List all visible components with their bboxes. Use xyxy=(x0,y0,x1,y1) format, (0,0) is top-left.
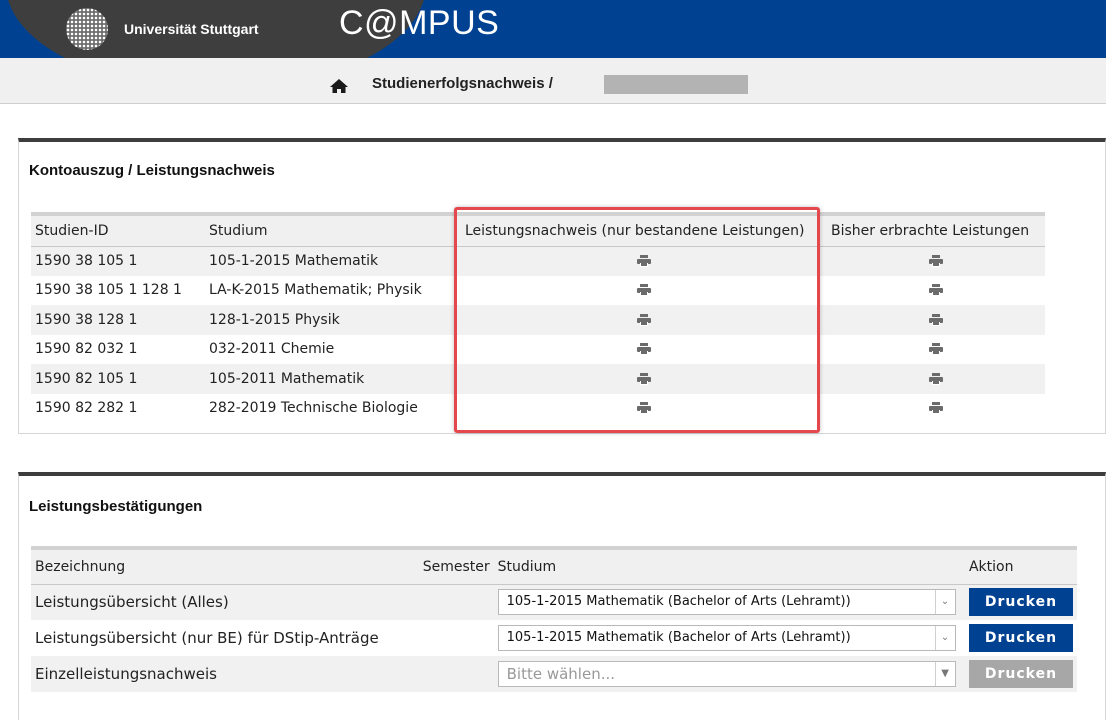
printer-icon[interactable] xyxy=(929,372,943,385)
print-bisher-erbracht-cell[interactable] xyxy=(827,394,1045,424)
bezeichnung: Einzelleistungsnachweis xyxy=(31,656,419,692)
semester xyxy=(419,620,494,656)
select-value: 105-1-2015 Mathematik (Bachelor of Arts … xyxy=(506,594,851,610)
print-leistungsnachweis-cell[interactable] xyxy=(461,364,827,394)
col-studium: Studium xyxy=(493,546,965,585)
university-logo[interactable] xyxy=(66,8,108,50)
aktion-cell: Drucken xyxy=(964,584,1077,620)
col-leistungsnachweis: Leistungsnachweis (nur bestandene Leistu… xyxy=(461,212,827,247)
col-bisher-erbracht: Bisher erbrachte Leistungen xyxy=(827,212,1045,247)
studien-id: 1590 82 105 1 xyxy=(31,364,205,394)
table-row: 1590 38 128 1 128-1-2015 Physik xyxy=(31,305,1045,335)
col-semester: Semester xyxy=(418,546,494,585)
table-row: 1590 82 032 1 032-2011 Chemie xyxy=(31,335,1045,365)
panel-title: Leistungsbestätigungen xyxy=(29,498,203,515)
print-leistungsnachweis-cell[interactable] xyxy=(461,305,827,335)
printer-icon[interactable] xyxy=(637,313,651,326)
select-value: Bitte wählen... xyxy=(506,665,616,683)
bezeichnung: Leistungsübersicht (nur BE) für DStip-An… xyxy=(35,629,379,647)
printer-icon[interactable] xyxy=(929,313,943,326)
semester xyxy=(418,584,494,620)
col-studium: Studium xyxy=(205,212,461,247)
studium-select[interactable]: Bitte wählen... ▼ xyxy=(497,661,956,687)
leistungsbestaetigungen-table: Bezeichnung Semester Studium Aktion Leis… xyxy=(31,546,1077,692)
print-bisher-erbracht-cell[interactable] xyxy=(827,276,1045,306)
studium-cell: Bitte wählen... ▼ xyxy=(493,656,965,692)
studien-id: 1590 82 282 1 xyxy=(35,400,138,417)
studium: 032-2011 Chemie xyxy=(209,341,335,358)
printer-icon[interactable] xyxy=(929,255,943,267)
print-leistungsnachweis-cell[interactable] xyxy=(461,394,827,424)
print-leistungsnachweis-cell[interactable] xyxy=(461,246,827,276)
studien-id: 1590 38 128 1 xyxy=(31,305,205,335)
breadcrumb-current: Studienerfolgsnachweis / xyxy=(372,75,553,92)
col-bezeichnung: Bezeichnung xyxy=(31,546,419,585)
printer-icon[interactable] xyxy=(637,284,651,297)
print-leistungsnachweis-cell[interactable] xyxy=(461,276,827,306)
printer-icon[interactable] xyxy=(929,284,943,297)
table-row: Leistungsübersicht (Alles) 105-1-2015 Mat… xyxy=(31,584,1077,620)
drucken-button[interactable]: Drucken xyxy=(968,660,1073,688)
studium-cell: 105-1-2015 Mathematik (Bachelor of Arts … xyxy=(493,584,965,620)
table-row: Leistungsübersicht (nur BE) für DStip-An… xyxy=(31,620,1077,656)
studien-id: 1590 38 105 1 128 1 xyxy=(35,282,182,299)
studium: 282-2019 Technische Biologie xyxy=(209,400,418,417)
chevron-down-icon[interactable]: ⌄ xyxy=(934,626,955,650)
print-bisher-erbracht-cell[interactable] xyxy=(827,335,1045,365)
app-title[interactable]: C@MPUS xyxy=(339,4,499,43)
aktion-cell: Drucken xyxy=(965,620,1077,656)
printer-icon[interactable] xyxy=(637,372,651,385)
leistungsbestaetigungen-panel: Leistungsbestätigungen Bezeichnung Semes… xyxy=(18,472,1106,720)
print-bisher-erbracht-cell[interactable] xyxy=(827,364,1045,394)
redacted-name xyxy=(604,75,748,94)
studien-id: 1590 82 032 1 xyxy=(35,341,138,358)
bezeichnung: Leistungsübersicht (Alles) xyxy=(31,584,419,620)
studium: LA-K-2015 Mathematik; Physik xyxy=(209,282,422,299)
panel-title: Kontoauszug / Leistungsnachweis xyxy=(29,162,275,179)
studium-select[interactable]: 105-1-2015 Mathematik (Bachelor of Arts … xyxy=(497,589,956,616)
studium: 105-2011 Mathematik xyxy=(205,364,461,394)
print-bisher-erbracht-cell[interactable] xyxy=(827,305,1045,335)
studium-select[interactable]: 105-1-2015 Mathematik (Bachelor of Arts … xyxy=(497,625,956,651)
print-bisher-erbracht-cell[interactable] xyxy=(827,246,1045,276)
home-icon[interactable] xyxy=(329,78,349,94)
drucken-button[interactable]: Drucken xyxy=(968,624,1073,652)
col-aktion: Aktion xyxy=(964,546,1077,585)
printer-icon[interactable] xyxy=(637,402,651,415)
print-leistungsnachweis-cell[interactable] xyxy=(461,335,827,365)
chevron-down-icon[interactable]: ▼ xyxy=(934,662,955,686)
studium: 105-1-2015 Mathematik xyxy=(205,246,461,276)
studien-id: 1590 38 105 1 xyxy=(31,246,205,276)
drucken-button[interactable]: Drucken xyxy=(968,588,1073,617)
top-bar: Universität Stuttgart C@MPUS xyxy=(0,0,1106,58)
select-value: 105-1-2015 Mathematik (Bachelor of Arts … xyxy=(506,630,851,645)
studium-cell: 105-1-2015 Mathematik (Bachelor of Arts … xyxy=(494,620,965,656)
col-studien-id: Studien-ID xyxy=(31,212,205,247)
table-row: 1590 38 105 1 105-1-2015 Mathematik xyxy=(31,246,1045,276)
chevron-down-icon[interactable]: ⌄ xyxy=(934,590,955,615)
table-row: 1590 82 282 1 282-2019 Technische Biologi… xyxy=(31,394,1045,424)
breadcrumb: Studienerfolgsnachweis / xyxy=(0,58,1106,104)
semester xyxy=(418,656,494,692)
aktion-cell: Drucken xyxy=(964,656,1077,692)
studium: 128-1-2015 Physik xyxy=(205,305,461,335)
printer-icon[interactable] xyxy=(929,343,943,356)
table-row: 1590 82 105 1 105-2011 Mathematik xyxy=(31,364,1045,394)
kontoauszug-table: Studien-ID Studium Leistungsnachweis (nu… xyxy=(31,212,1045,423)
printer-icon[interactable] xyxy=(637,343,651,356)
printer-icon[interactable] xyxy=(637,255,651,267)
printer-icon[interactable] xyxy=(929,402,943,415)
kontoauszug-panel: Kontoauszug / Leistungsnachweis Studien-… xyxy=(18,138,1106,434)
university-name[interactable]: Universität Stuttgart xyxy=(124,21,259,37)
table-row: 1590 38 105 1 128 1 LA-K-2015 Mathematik;… xyxy=(31,276,1045,306)
table-row: Einzelleistungsnachweis Bitte wählen... ▼ D… xyxy=(31,656,1077,692)
